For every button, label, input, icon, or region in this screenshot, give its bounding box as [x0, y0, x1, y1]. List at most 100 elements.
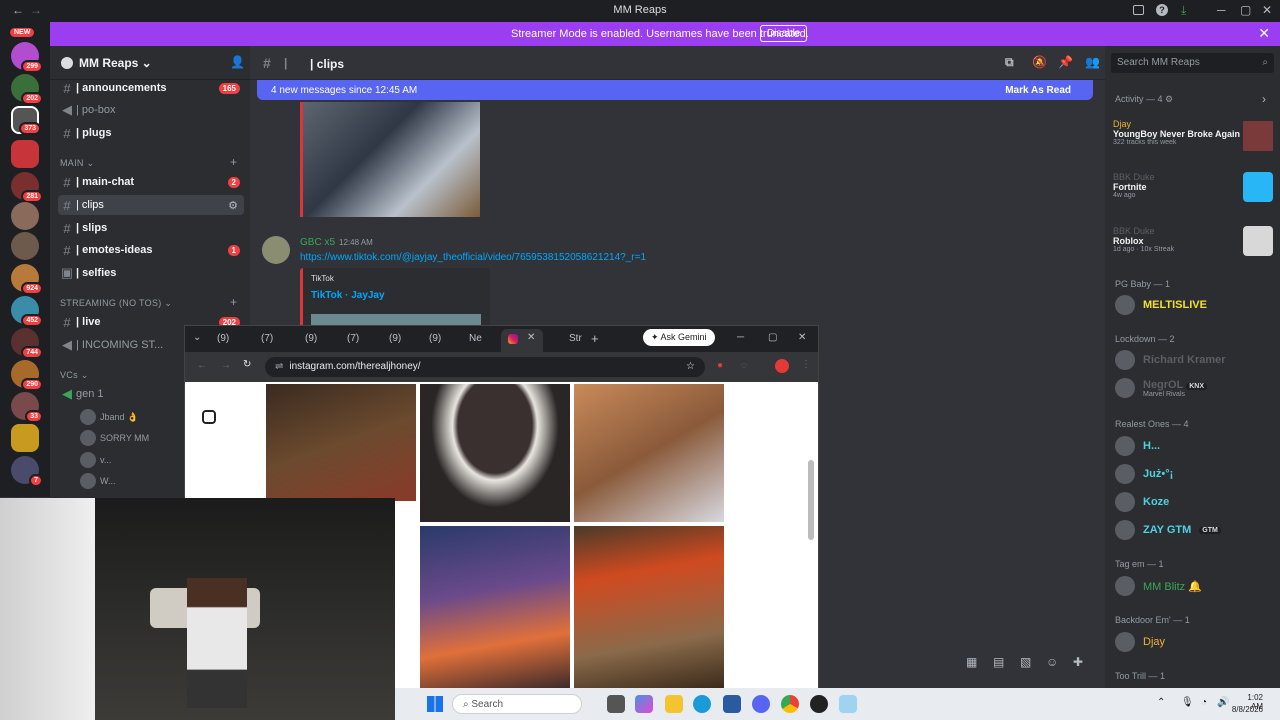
post-thumbnail[interactable] — [420, 384, 570, 522]
app-icon[interactable] — [839, 695, 857, 713]
close-icon[interactable]: ✕ — [1258, 25, 1270, 42]
server-icon[interactable]: 7 — [11, 456, 43, 487]
server-icon[interactable]: 373 — [11, 106, 41, 135]
member-item[interactable]: ZAY GTM GTM — [1115, 520, 1221, 540]
add-channel-icon[interactable]: + — [230, 155, 237, 169]
forward-arrow-icon[interactable]: → — [221, 360, 231, 371]
sticker-icon[interactable]: ▧ — [1020, 655, 1031, 669]
mic-icon[interactable]: 🎙 — [1181, 697, 1194, 708]
channel-announcements[interactable]: # | announcements 165 — [58, 78, 244, 98]
server-icon[interactable] — [11, 202, 39, 230]
search-input[interactable]: Search MM Reaps ⌕ — [1111, 53, 1274, 73]
server-icon[interactable]: 202 — [11, 74, 43, 105]
taskbar-search[interactable]: ⌕ Search — [452, 694, 582, 714]
browser-tab[interactable]: Str — [569, 333, 582, 344]
server-icon[interactable]: 281 — [11, 172, 43, 203]
browser-tab[interactable]: (9) — [389, 333, 401, 344]
member-item[interactable]: Już•°¡ — [1115, 464, 1173, 484]
minimize-icon[interactable]: ─ — [1217, 3, 1226, 17]
add-user-icon[interactable]: 👤 — [230, 55, 245, 69]
channel-po-box[interactable]: ◀ | po-box — [58, 100, 244, 120]
server-icon[interactable]: 924 — [11, 264, 43, 295]
new-tab-button[interactable]: + — [591, 331, 599, 346]
file-explorer-icon[interactable] — [665, 695, 683, 713]
channel-clips[interactable]: # | clips ⚙ — [58, 195, 244, 215]
instagram-logo-icon[interactable] — [202, 410, 216, 424]
emoji-icon[interactable]: ☺ — [1046, 655, 1058, 669]
browser-tab[interactable]: (7) — [347, 333, 359, 344]
maximize-icon[interactable]: ▢ — [1240, 3, 1251, 17]
address-bar[interactable]: ⇌ instagram.com/therealjhoney/ ☆ — [265, 357, 705, 377]
close-icon[interactable]: ✕ — [1262, 3, 1272, 17]
site-info-icon[interactable]: ⇌ — [275, 361, 283, 372]
server-icon[interactable]: 452 — [11, 296, 43, 327]
extension-icon[interactable]: ◌ — [741, 360, 747, 371]
channel-plugs[interactable]: # | plugs — [58, 123, 244, 143]
channel-selfies[interactable]: ▣ | selfies — [58, 263, 244, 283]
member-item[interactable]: NegrOL KNX Marvel Rivals — [1115, 378, 1207, 398]
mute-bell-icon[interactable]: 🔕 — [1032, 55, 1047, 69]
message-link[interactable]: https://www.tiktok.com/@jayjay_theoffici… — [300, 252, 646, 263]
member-item[interactable]: H... — [1115, 436, 1160, 456]
activity-card[interactable]: BBK Duke Roblox 1d ago · 10x Streak — [1113, 226, 1273, 256]
embed-title[interactable]: TikTok · JayJay — [311, 290, 385, 301]
windows-start-icon[interactable] — [427, 696, 443, 712]
browser-tab[interactable]: (7) — [261, 333, 273, 344]
attachment-image[interactable] — [300, 102, 480, 217]
clock-date[interactable]: 8/8/2026 — [1221, 705, 1263, 714]
add-channel-icon[interactable]: + — [230, 295, 237, 309]
profile-avatar[interactable] — [775, 359, 789, 373]
channel-emotes-ideas[interactable]: # | emotes-ideas 1 — [58, 240, 244, 260]
server-icon[interactable] — [11, 140, 39, 168]
scrollbar-thumb[interactable] — [808, 460, 814, 540]
voice-user[interactable]: W... — [80, 473, 116, 489]
task-view-icon[interactable] — [607, 695, 625, 713]
new-messages-bar[interactable]: 4 new messages since 12:45 AM Mark As Re… — [257, 80, 1093, 100]
menu-dots-icon[interactable]: ⋮ — [801, 359, 811, 370]
threads-icon[interactable]: ⧉ — [1005, 55, 1014, 70]
activity-header[interactable]: Activity — 4 ⚙ — [1115, 94, 1173, 105]
member-list-icon[interactable]: 👥 — [1085, 55, 1100, 69]
category-main[interactable]: MAIN ⌄ — [60, 158, 94, 169]
tray-chevron-icon[interactable]: ⌃ — [1157, 697, 1165, 708]
copilot-icon[interactable] — [635, 695, 653, 713]
disable-button[interactable]: Disable — [760, 25, 808, 42]
back-arrow-icon[interactable]: ← — [197, 360, 207, 371]
wifi-icon[interactable]: ◔ — [1201, 697, 1207, 708]
download-icon[interactable]: ⤓ — [1181, 3, 1186, 18]
browser-tab[interactable]: (9) — [217, 333, 229, 344]
server-icon[interactable]: 290 — [11, 360, 43, 391]
post-thumbnail[interactable] — [574, 526, 724, 689]
member-item[interactable]: Richard Kramer — [1115, 350, 1226, 370]
discord-icon[interactable] — [752, 695, 770, 713]
member-item[interactable]: MM Blitz 🔔 — [1115, 576, 1202, 596]
browser-tab[interactable]: Ne — [469, 333, 482, 344]
gift-icon[interactable]: ▦ — [966, 655, 977, 669]
member-item[interactable]: Djay — [1115, 632, 1165, 652]
settings-gear-icon[interactable]: ⚙ — [228, 199, 238, 212]
server-icon[interactable] — [11, 232, 39, 260]
store-icon[interactable] — [723, 695, 741, 713]
post-thumbnail[interactable] — [420, 526, 570, 689]
browser-tab[interactable]: (9) — [429, 333, 441, 344]
ask-gemini-button[interactable]: ✦ Ask Gemini — [643, 329, 715, 346]
server-icon[interactable]: 299 — [11, 42, 43, 73]
browser-tab-active[interactable]: ✕ — [501, 329, 543, 352]
category-vcs[interactable]: VCs ⌄ — [60, 370, 89, 381]
voice-user[interactable]: SORRY MM — [80, 430, 149, 446]
inbox-icon[interactable] — [1133, 5, 1144, 15]
chevron-right-icon[interactable]: › — [1262, 92, 1266, 106]
channel-main-chat[interactable]: # | main-chat 2 — [58, 172, 244, 192]
server-icon[interactable]: 33 — [11, 392, 43, 423]
server-header[interactable]: MM Reaps ⌄ 👤 — [50, 46, 250, 80]
mark-as-read-button[interactable]: Mark As Read — [1005, 85, 1071, 96]
category-streaming[interactable]: STREAMING (NO TOS) ⌄ — [60, 298, 172, 309]
extension-icon[interactable]: ● — [717, 360, 723, 371]
member-item[interactable]: MELTISLIVE — [1115, 295, 1207, 315]
gif-icon[interactable]: ▤ — [993, 655, 1004, 669]
channel-slips[interactable]: # | slips — [58, 218, 244, 238]
server-icon[interactable]: 744 — [11, 328, 43, 359]
minimize-icon[interactable]: ─ — [737, 332, 744, 343]
post-thumbnail[interactable] — [266, 384, 416, 501]
voice-user[interactable]: v... — [80, 452, 111, 468]
